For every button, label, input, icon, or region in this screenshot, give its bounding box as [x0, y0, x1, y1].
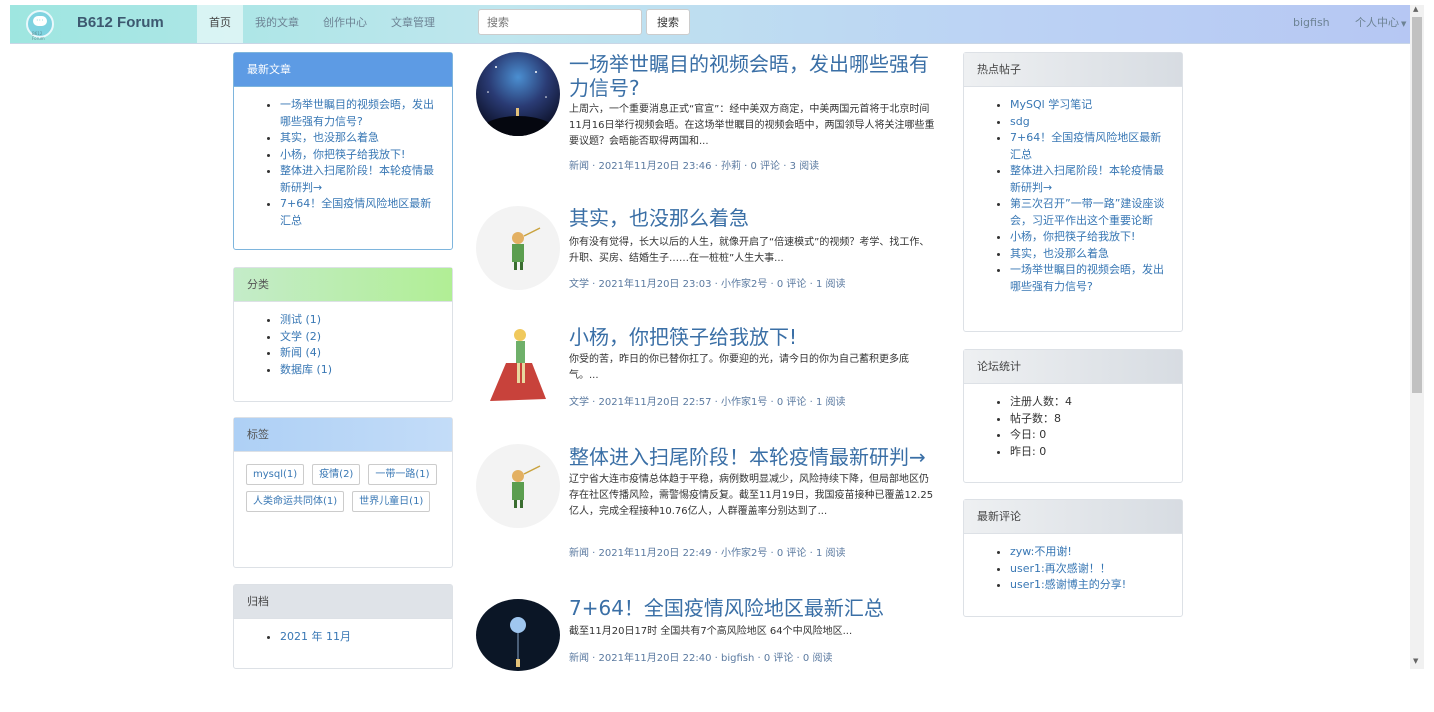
scroll-down-arrow-icon[interactable]: ▼ — [1413, 657, 1418, 665]
nav-creation-center[interactable]: 创作中心 — [311, 5, 379, 43]
hot-post-item[interactable]: 其实，也没那么着急 — [1010, 246, 1169, 263]
article-card: 7+64！全国疫情风险地区最新汇总 截至11月20日17时 全国共有7个高风险地… — [476, 596, 936, 671]
article-summary: 上周六，一个重要消息正式“官宣”：经中美双方商定，中美两国元首将于北京时间11月… — [569, 104, 935, 147]
article-meta: 新闻 · 2021年11月20日 22:40 · bigfish · 0 评论 … — [569, 653, 833, 664]
article-thumbnail[interactable] — [476, 52, 560, 136]
article-thumbnail[interactable] — [476, 323, 560, 407]
nav-profile-label: 个人中心 — [1355, 16, 1399, 29]
hot-post-item[interactable]: 一场举世瞩目的视频会晤，发出哪些强有力信号? — [1010, 262, 1169, 295]
tag-item[interactable]: 世界儿童日(1) — [352, 491, 431, 512]
hot-post-item[interactable]: 7+64！全国疫情风险地区最新汇总 — [1010, 130, 1169, 163]
search-button[interactable]: 搜索 — [646, 9, 690, 35]
caret-down-icon: ▼ — [1401, 20, 1407, 28]
article-summary: 辽宁省大连市疫情总体趋于平稳，病例数明显减少，风险持续下降，但局部地区仍存在社区… — [569, 474, 934, 517]
hot-post-item[interactable]: 小杨，你把筷子给我放下! — [1010, 229, 1169, 246]
stat-item: 注册人数：4 — [1010, 394, 1169, 411]
article-card: 一场举世瞩目的视频会晤，发出哪些强有力信号? 上周六，一个重要消息正式“官宣”：… — [476, 52, 936, 182]
latest-article-item[interactable]: 小杨，你把筷子给我放下! — [280, 147, 439, 164]
article-summary: 截至11月20日17时 全国共有7个高风险地区 64个中风险地区... — [569, 626, 853, 637]
archive-item[interactable]: 2021 年 11月 — [280, 629, 439, 646]
latest-comments-title: 最新评论 — [964, 500, 1182, 534]
article-title[interactable]: 其实，也没那么着急 — [569, 206, 937, 230]
article-card: 小杨，你把筷子给我放下! 你受的苦，昨日的你已替你扛了。你要迎的光，请今日的你为… — [476, 323, 936, 413]
archive-panel: 归档 2021 年 11月 — [233, 584, 453, 669]
article-title[interactable]: 一场举世瞩目的视频会晤，发出哪些强有力信号? — [569, 52, 937, 100]
article-card: 整体进入扫尾阶段！本轮疫情最新研判→ 辽宁省大连市疫情总体趋于平稳，病例数明显减… — [476, 444, 936, 574]
tags-title: 标签 — [234, 418, 452, 452]
brand-title[interactable]: B612 Forum — [77, 14, 164, 31]
latest-article-item[interactable]: 其实，也没那么着急 — [280, 130, 439, 147]
nav-username[interactable]: bigfish — [1293, 5, 1330, 40]
nav-my-articles[interactable]: 我的文章 — [243, 5, 311, 43]
nav-home[interactable]: 首页 — [197, 5, 243, 43]
forum-stats-title: 论坛统计 — [964, 350, 1182, 384]
article-meta: 新闻 · 2021年11月20日 22:49 · 小作家2号 · 0 评论 · … — [569, 548, 846, 559]
nav-links: 首页 我的文章 创作中心 文章管理 — [197, 5, 447, 43]
category-item[interactable]: 测试 (1) — [280, 312, 439, 329]
latest-articles-panel: 最新文章 一场举世瞩目的视频会晤，发出哪些强有力信号? 其实，也没那么着急 小杨… — [233, 52, 453, 250]
comment-item[interactable]: zyw:不用谢! — [1010, 544, 1169, 561]
article-title[interactable]: 7+64！全国疫情风险地区最新汇总 — [569, 596, 937, 620]
comment-item[interactable]: user1:感谢博主的分享! — [1010, 577, 1169, 594]
article-meta: 文学 · 2021年11月20日 22:57 · 小作家1号 · 0 评论 · … — [569, 397, 846, 408]
article-card: 其实，也没那么着急 你有没有觉得，长大以后的人生，就像开启了“倍速模式”的视频？… — [476, 206, 936, 296]
hot-post-item[interactable]: sdg — [1010, 114, 1169, 131]
article-summary: 你有没有觉得，长大以后的人生，就像开启了“倍速模式”的视频？考学、找工作、升职、… — [569, 237, 930, 264]
article-thumbnail[interactable] — [476, 444, 560, 528]
categories-panel: 分类 测试 (1) 文学 (2) 新闻 (4) 数据库 (1) — [233, 267, 453, 402]
article-thumbnail[interactable] — [476, 206, 560, 290]
scrollbar[interactable]: ▲ ▼ — [1410, 5, 1424, 669]
category-item[interactable]: 新闻 (4) — [280, 345, 439, 362]
hot-post-item[interactable]: 第三次召开”一带一路”建设座谈会，习近平作出这个重要论断 — [1010, 196, 1169, 229]
latest-article-item[interactable]: 一场举世瞩目的视频会晤，发出哪些强有力信号? — [280, 97, 439, 130]
forum-stats-panel: 论坛统计 注册人数：4 帖子数：8 今日: 0 昨日: 0 — [963, 349, 1183, 483]
category-item[interactable]: 文学 (2) — [280, 329, 439, 346]
article-meta: 文学 · 2021年11月20日 23:03 · 小作家2号 · 0 评论 · … — [569, 279, 846, 290]
navbar: ··· B612 Forum B612 Forum 首页 我的文章 创作中心 文… — [10, 5, 1410, 44]
tags-panel: 标签 mysql(1) 疫情(2) 一带一路(1) 人类命运共同体(1) 世界儿… — [233, 417, 453, 568]
nav-profile-dropdown[interactable]: 个人中心 ▼ — [1355, 5, 1406, 42]
scrollbar-thumb[interactable] — [1412, 17, 1422, 393]
tag-item[interactable]: 人类命运共同体(1) — [246, 491, 345, 512]
category-item[interactable]: 数据库 (1) — [280, 362, 439, 379]
article-title[interactable]: 小杨，你把筷子给我放下! — [569, 325, 937, 349]
categories-title: 分类 — [234, 268, 452, 302]
hot-posts-title: 热点帖子 — [964, 53, 1182, 87]
stat-item: 帖子数：8 — [1010, 411, 1169, 428]
latest-articles-title: 最新文章 — [234, 53, 452, 87]
article-title[interactable]: 整体进入扫尾阶段！本轮疫情最新研判→ — [569, 445, 937, 469]
tag-item[interactable]: 一带一路(1) — [368, 464, 437, 485]
tag-item[interactable]: 疫情(2) — [312, 464, 361, 485]
hot-posts-panel: 热点帖子 MySQl 学习笔记 sdg 7+64！全国疫情风险地区最新汇总 整体… — [963, 52, 1183, 332]
stat-item: 昨日: 0 — [1010, 444, 1169, 461]
stat-item: 今日: 0 — [1010, 427, 1169, 444]
nav-article-management[interactable]: 文章管理 — [379, 5, 447, 43]
article-thumbnail[interactable] — [476, 599, 560, 671]
article-summary: 你受的苦，昨日的你已替你扛了。你要迎的光，请今日的你为自己蓄积更多底气。... — [569, 354, 909, 381]
comment-item[interactable]: user1:再次感谢！！ — [1010, 561, 1169, 578]
hot-post-item[interactable]: MySQl 学习笔记 — [1010, 97, 1169, 114]
scroll-up-arrow-icon[interactable]: ▲ — [1413, 5, 1418, 13]
search-input[interactable] — [478, 9, 642, 35]
tag-item[interactable]: mysql(1) — [246, 464, 305, 485]
hot-post-item[interactable]: 整体进入扫尾阶段！本轮疫情最新研判→ — [1010, 163, 1169, 196]
logo-icon[interactable]: ··· B612 Forum — [26, 10, 54, 41]
latest-article-item[interactable]: 7+64！全国疫情风险地区最新汇总 — [280, 196, 439, 229]
latest-comments-panel: 最新评论 zyw:不用谢! user1:再次感谢！！ user1:感谢博主的分享… — [963, 499, 1183, 617]
archive-title: 归档 — [234, 585, 452, 619]
latest-article-item[interactable]: 整体进入扫尾阶段！本轮疫情最新研判→ — [280, 163, 439, 196]
article-meta: 新闻 · 2021年11月20日 23:46 · 孙莉 · 0 评论 · 3 阅… — [569, 161, 820, 172]
